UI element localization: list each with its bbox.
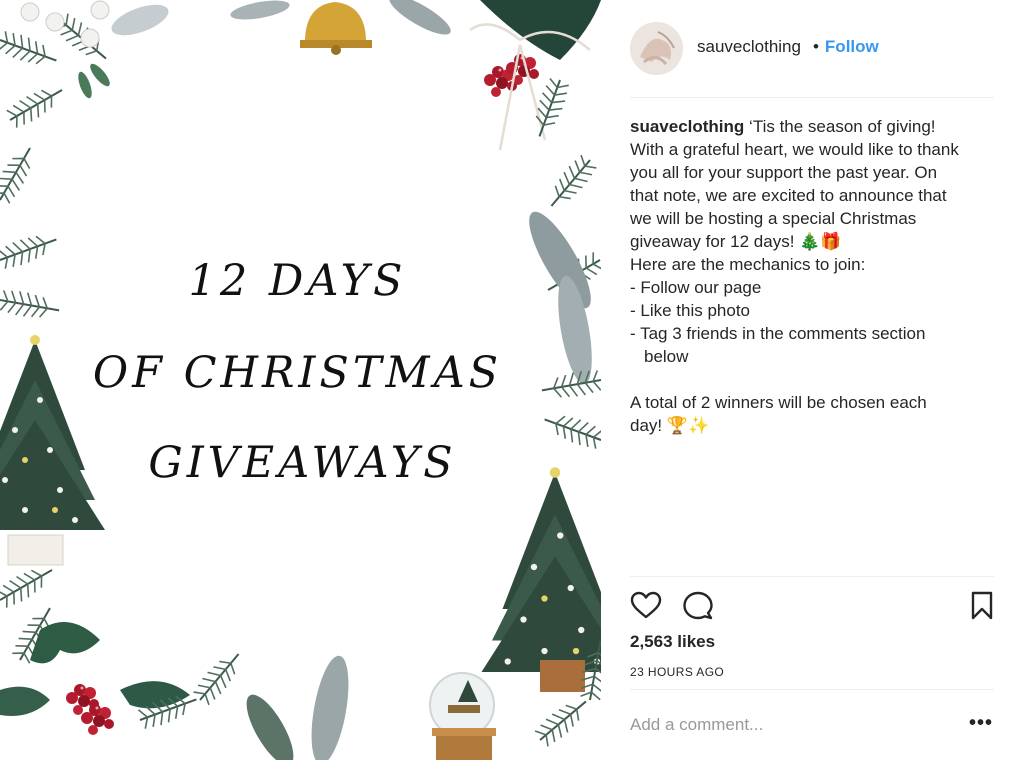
more-options-button[interactable]: ••• [969,712,993,735]
caption-text-4: we will be hosting a special Christmas [630,209,917,228]
heart-icon[interactable] [630,590,662,622]
caption-text-1: With a grateful heart, we would like to … [630,140,959,159]
caption-text-6: Here are the mechanics to join: [630,255,866,274]
caption-text-5: giveaway for 12 days! 🎄🎁 [630,232,842,251]
comment-icon[interactable] [682,590,714,622]
avatar-image [630,22,683,75]
caption-text-3: that note, we are excited to announce th… [630,186,947,205]
caption-text-2: you all for your support the past year. … [630,163,938,182]
post-details-panel: sauveclothing • Follow suaveclothing ‘Ti… [601,0,1024,760]
caption-text-10: below [644,347,689,366]
like-count[interactable]: 2,563 likes [630,632,715,652]
caption-text-7: - Follow our page [630,278,762,297]
header-divider [630,97,994,98]
image-headline: 12 DAYS OF CHRISTMAS GIVEAWAYS [0,0,601,760]
avatar[interactable] [630,22,683,75]
instagram-post: 12 DAYS OF CHRISTMAS GIVEAWAYS sauveclot… [0,0,1024,760]
caption-text-8: - Like this photo [630,301,751,320]
image-text-line-1: 12 DAYS [188,256,407,306]
comment-input[interactable] [630,710,960,740]
caption-line: suaveclothing ‘Tis the season of giving! [630,115,1000,138]
caption-text-12: day! 🏆✨ [630,416,710,435]
caption-text-9: - Tag 3 friends in the comments section [630,324,926,343]
comment-divider [630,689,994,690]
header-username[interactable]: sauveclothing [697,37,801,57]
actions-divider [630,576,994,577]
post-image[interactable]: 12 DAYS OF CHRISTMAS GIVEAWAYS [0,0,601,760]
image-text-line-2: OF CHRISTMAS [92,348,503,398]
bookmark-icon[interactable] [966,590,998,622]
image-text-line-3: GIVEAWAYS [148,438,457,488]
caption-text-0: ‘Tis the season of giving! [749,117,936,136]
post-caption: suaveclothing ‘Tis the season of giving!… [630,115,1000,437]
follow-button[interactable]: Follow [825,37,879,57]
post-actions [630,590,994,622]
caption-text-11: A total of 2 winners will be chosen each [630,393,927,412]
post-timestamp[interactable]: 23 HOURS AGO [630,665,724,679]
post-header: sauveclothing • Follow [630,22,994,98]
caption-username[interactable]: suaveclothing [630,117,744,136]
header-separator: • [812,37,819,56]
